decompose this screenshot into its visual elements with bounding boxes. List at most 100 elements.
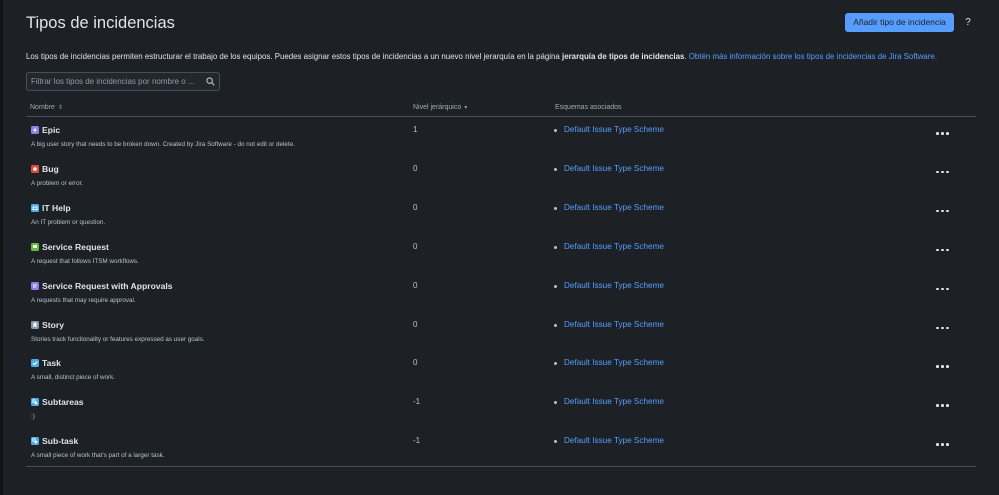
search-input[interactable] <box>31 75 201 88</box>
issue-type-description: Stories track functionality or features … <box>31 335 205 343</box>
issue-type-description: :) <box>31 413 35 421</box>
issue-type-name[interactable]: Subtareas <box>42 397 84 407</box>
dot-icon <box>946 287 949 291</box>
more-actions-button[interactable] <box>936 245 950 255</box>
subtask-icon <box>31 398 39 407</box>
issue-type-name[interactable]: Sub-task <box>42 436 78 446</box>
issue-type-description: A requests that may require approval. <box>31 296 136 304</box>
table-row: Story Stories track functionality or feat… <box>26 317 976 356</box>
hierarchy-level: -1 <box>413 397 421 407</box>
issue-type-description: A small, distinct piece of work. <box>31 374 115 382</box>
scheme-link[interactable]: Default Issue Type Scheme <box>564 164 664 173</box>
dot-icon <box>946 404 949 407</box>
column-header-level[interactable]: Nivel jerárquico ▾ <box>413 104 467 111</box>
subtask-icon <box>31 437 39 446</box>
scheme-link[interactable]: Default Issue Type Scheme <box>564 242 664 251</box>
dot-icon <box>936 404 939 407</box>
issue-type-description: A big user story that needs to be broken… <box>31 141 295 148</box>
scheme-link[interactable]: Default Issue Type Scheme <box>564 281 664 290</box>
it-help-icon <box>31 203 39 212</box>
scheme-link[interactable]: Default Issue Type Scheme <box>564 397 664 406</box>
column-header-schemes: Esquemas asociados <box>555 104 622 111</box>
table-row: Service Request A request that follows IT… <box>26 239 976 278</box>
dot-icon <box>946 209 949 213</box>
dot-icon <box>941 248 944 252</box>
issue-type-name[interactable]: Service Request with Approvals <box>42 281 173 291</box>
column-header-name-label: Nombre <box>30 104 55 111</box>
page-title: Tipos de incidencias <box>26 14 175 32</box>
more-actions-button[interactable] <box>936 400 950 410</box>
list-bullet <box>554 129 557 132</box>
table-bottom-divider <box>26 466 976 467</box>
dot-icon <box>946 248 949 252</box>
more-actions-button[interactable] <box>936 128 950 138</box>
dot-icon <box>946 170 949 174</box>
hierarchy-level: 0 <box>413 241 418 251</box>
hierarchy-level: 0 <box>413 358 418 368</box>
more-actions-button[interactable] <box>936 206 950 216</box>
issue-type-name[interactable]: Task <box>42 358 61 368</box>
table-row: Epic A big user story that needs to be br… <box>26 122 976 161</box>
scheme-link[interactable]: Default Issue Type Scheme <box>564 320 664 329</box>
hierarchy-level: 0 <box>413 202 418 212</box>
dot-icon <box>936 443 939 446</box>
hierarchy-level: 0 <box>413 319 418 329</box>
service-request-approvals-icon <box>31 281 39 290</box>
dot-icon <box>946 132 949 135</box>
search-field[interactable] <box>26 72 220 91</box>
more-actions-button[interactable] <box>936 323 950 333</box>
list-bullet <box>554 362 557 366</box>
help-icon[interactable]: ? <box>962 14 974 31</box>
issue-type-name[interactable]: Story <box>42 320 64 330</box>
dot-icon <box>936 287 939 291</box>
dot-icon <box>941 209 944 213</box>
dot-icon <box>946 365 949 368</box>
hierarchy-level: 0 <box>413 163 418 173</box>
sort-icon: ⇕ <box>57 105 63 111</box>
table-row: Service Request with Approvals A requests… <box>26 278 976 317</box>
table-row: Subtareas:) -1 Default Issue Type Scheme <box>26 394 976 433</box>
hierarchy-level: 0 <box>413 280 418 290</box>
issue-type-name[interactable]: Epic <box>42 125 60 135</box>
dot-icon <box>941 326 944 330</box>
epic-icon <box>31 126 39 134</box>
more-actions-button[interactable] <box>936 284 950 294</box>
issue-type-description: A small piece of work that's part of a l… <box>31 452 165 460</box>
column-header-name[interactable]: Nombre ⇕ <box>30 104 63 111</box>
issue-type-description: A problem or error. <box>31 179 84 187</box>
table-row: Task A small, distinct piece of work. 0 Def… <box>26 355 976 394</box>
dot-icon <box>936 248 939 252</box>
more-actions-button[interactable] <box>936 167 950 177</box>
list-bullet <box>554 245 557 249</box>
sort-down-icon: ▾ <box>464 105 468 111</box>
scheme-link[interactable]: Default Issue Type Scheme <box>564 358 664 367</box>
more-actions-button[interactable] <box>936 361 950 371</box>
issue-type-name[interactable]: Service Request <box>42 242 109 252</box>
page-description: Los tipos de incidencias permiten estruc… <box>26 52 976 61</box>
issue-types-page: Tipos de incidencias Añadir tipo de inci… <box>26 0 976 495</box>
list-bullet <box>554 401 557 405</box>
header-divider <box>26 116 976 117</box>
dot-icon <box>936 209 939 213</box>
dot-icon <box>936 170 939 174</box>
scheme-link[interactable]: Default Issue Type Scheme <box>564 436 664 445</box>
scheme-link[interactable]: Default Issue Type Scheme <box>564 203 664 212</box>
dot-icon <box>936 132 939 135</box>
description-text: Los tipos de incidencias permiten estruc… <box>26 52 563 61</box>
dot-icon <box>941 287 944 291</box>
hierarchy-level: -1 <box>413 436 421 446</box>
column-header-level-label: Nivel jerárquico <box>413 104 462 111</box>
issue-type-name[interactable]: IT Help <box>42 203 71 213</box>
learn-more-link[interactable]: Obtén más información sobre los tipos de… <box>689 52 937 61</box>
story-icon <box>31 320 39 329</box>
issue-type-description: An IT problem or question. <box>31 218 106 226</box>
search-icon <box>206 77 215 86</box>
dot-icon <box>941 404 944 407</box>
issue-type-description: A request that follows ITSM workflows. <box>31 257 139 265</box>
list-bullet <box>554 167 557 171</box>
issue-type-name[interactable]: Bug <box>42 164 59 174</box>
add-issue-type-button[interactable]: Añadir tipo de incidencia <box>845 13 954 32</box>
dot-icon <box>936 326 939 330</box>
scheme-link[interactable]: Default Issue Type Scheme <box>564 125 664 134</box>
more-actions-button[interactable] <box>936 439 950 449</box>
